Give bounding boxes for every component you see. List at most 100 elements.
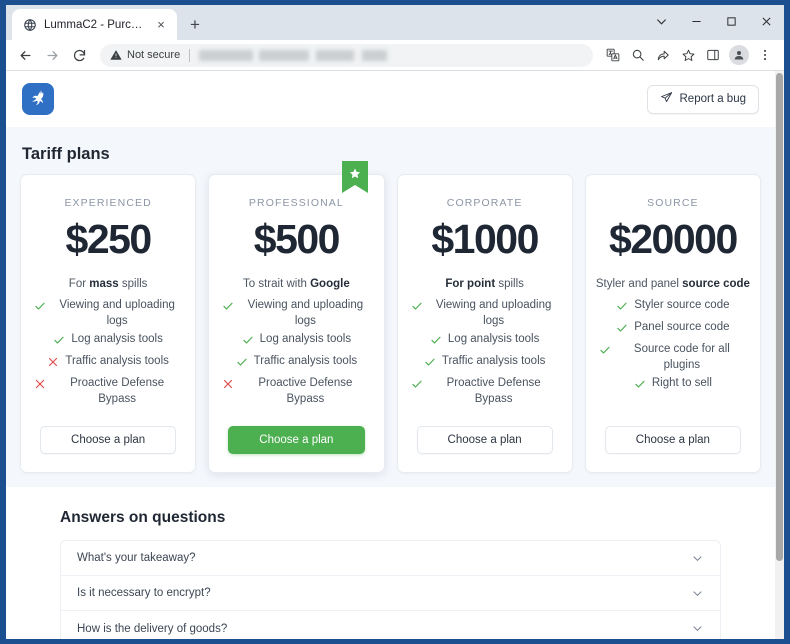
plan-feature-label: Panel source code <box>634 320 729 336</box>
plan-feature: Traffic analysis tools <box>219 353 373 375</box>
browser-window: LummaC2 - Purchase × + <box>0 0 790 644</box>
plan-name: PROFESSIONAL <box>249 197 344 209</box>
check-icon <box>222 300 234 318</box>
chevron-down-icon[interactable] <box>691 552 704 565</box>
back-arrow-icon[interactable] <box>13 43 38 68</box>
tab-close-icon[interactable]: × <box>153 17 169 33</box>
translate-icon[interactable] <box>601 43 625 67</box>
plan-price: $1000 <box>431 215 538 263</box>
side-panel-icon[interactable] <box>701 43 725 67</box>
plan-feature-list: Viewing and uploading logsLog analysis t… <box>31 297 185 408</box>
share-icon[interactable] <box>651 43 675 67</box>
forward-arrow-icon[interactable] <box>40 43 65 68</box>
close-icon[interactable] <box>749 5 784 37</box>
browser-chrome: LummaC2 - Purchase × + <box>6 5 784 639</box>
plan-feature: Source code for all plugins <box>596 341 750 375</box>
plan-feature: Traffic analysis tools <box>31 353 185 375</box>
reload-icon[interactable] <box>67 43 92 68</box>
star-ribbon-icon <box>342 161 368 193</box>
faq-question-label: How is the delivery of goods? <box>77 623 227 635</box>
maximize-icon[interactable] <box>714 5 749 37</box>
pricing-card: SOURCE $20000 Styler and panel source code… <box>585 174 761 473</box>
choose-a-plan-button[interactable]: Choose a plan <box>605 426 741 454</box>
plan-feature: Proactive Defense Bypass <box>31 375 185 409</box>
new-tab-button[interactable]: + <box>182 11 208 37</box>
chevron-down-icon[interactable] <box>691 622 704 635</box>
omnibox-divider <box>189 49 190 62</box>
plan-price: $500 <box>254 215 339 263</box>
faq-item[interactable]: Is it necessary to encrypt? <box>61 576 720 611</box>
tab-search-icon[interactable] <box>644 5 679 37</box>
url-text-blurred[interactable] <box>199 50 449 61</box>
bookmark-star-icon[interactable] <box>676 43 700 67</box>
toolbar-icon-group <box>601 43 777 67</box>
plan-feature-label: Traffic analysis tools <box>65 354 169 370</box>
plan-feature-label: Proactive Defense Bypass <box>429 376 559 408</box>
security-status-label: Not secure <box>127 49 180 61</box>
chevron-down-icon[interactable] <box>691 587 704 600</box>
plan-feature: Proactive Defense Bypass <box>219 375 373 409</box>
plan-name: CORPORATE <box>447 197 523 209</box>
address-bar[interactable]: Not secure <box>100 44 593 67</box>
plan-feature: Viewing and uploading logs <box>408 297 562 331</box>
window-controls <box>644 5 784 37</box>
page-scrollbar[interactable] <box>775 71 784 639</box>
plan-tagline: To strait with Google <box>243 277 350 293</box>
check-icon <box>616 322 628 340</box>
choose-a-plan-button[interactable]: Choose a plan <box>228 426 364 454</box>
browser-toolbar: Not secure <box>6 40 784 71</box>
plan-feature-label: Traffic analysis tools <box>254 354 358 370</box>
plan-feature-list: Viewing and uploading logsLog analysis t… <box>408 297 562 408</box>
plan-name: SOURCE <box>647 197 699 209</box>
plan-feature-label: Proactive Defense Bypass <box>52 376 182 408</box>
plan-tagline: For mass spills <box>69 277 148 293</box>
plan-feature: Panel source code <box>596 319 750 341</box>
pricing-card-list: EXPERIENCED$250For mass spillsViewing an… <box>6 174 775 473</box>
check-icon <box>424 356 436 374</box>
plan-feature-label: Proactive Defense Bypass <box>240 376 370 408</box>
web-page: risk.com Report a bug <box>6 71 775 639</box>
scrollbar-thumb[interactable] <box>776 73 783 561</box>
check-icon <box>634 378 646 396</box>
plan-feature: Proactive Defense Bypass <box>408 375 562 409</box>
tariff-section: Tariff plans EXPERIENCED$250For mass spi… <box>6 127 775 487</box>
plan-tagline: For point spills <box>445 277 524 293</box>
tab-title: LummaC2 - Purchase <box>44 19 146 31</box>
report-a-bug-button[interactable]: Report a bug <box>647 85 760 114</box>
plan-tagline: Styler and panel source code <box>596 277 750 293</box>
featured-ribbon-badge <box>342 161 368 193</box>
hummingbird-logo-icon[interactable] <box>22 83 54 115</box>
warning-triangle-icon <box>110 49 122 61</box>
plan-feature: Right to sell <box>596 375 750 397</box>
globe-icon <box>22 17 37 32</box>
plan-feature-label: Source code for all plugins <box>617 342 747 374</box>
three-dot-menu-icon[interactable] <box>753 43 777 67</box>
zoom-search-icon[interactable] <box>626 43 650 67</box>
plan-feature-label: Viewing and uploading logs <box>52 298 182 330</box>
minimize-icon[interactable] <box>679 5 714 37</box>
plan-feature-label: Log analysis tools <box>448 332 539 348</box>
pricing-card: EXPERIENCED$250For mass spillsViewing an… <box>20 174 196 473</box>
profile-avatar-icon[interactable] <box>729 45 749 65</box>
plan-feature: Viewing and uploading logs <box>219 297 373 331</box>
choose-a-plan-button[interactable]: Choose a plan <box>417 426 553 454</box>
browser-tab[interactable]: LummaC2 - Purchase × <box>12 9 177 40</box>
plan-feature: Traffic analysis tools <box>408 353 562 375</box>
choose-a-plan-button[interactable]: Choose a plan <box>40 426 176 454</box>
faq-item[interactable]: What's your takeaway? <box>61 541 720 576</box>
faq-question-label: Is it necessary to encrypt? <box>77 587 211 599</box>
plan-feature: Styler source code <box>596 297 750 319</box>
plan-feature-label: Viewing and uploading logs <box>240 298 370 330</box>
plan-feature-list: Styler source codePanel source code Sourc… <box>596 297 750 396</box>
pricing-card: CORPORATE $1000 For point spills Viewing an… <box>397 174 573 473</box>
faq-item[interactable]: How is the delivery of goods? <box>61 611 720 639</box>
faq-section: Answers on questions What's your takeawa… <box>6 487 775 639</box>
check-icon <box>599 344 611 362</box>
cross-icon <box>47 356 59 374</box>
check-icon <box>242 334 254 352</box>
check-icon <box>53 334 65 352</box>
plan-price: $20000 <box>609 215 737 263</box>
plan-feature-label: Log analysis tools <box>260 332 351 348</box>
paper-plane-icon <box>660 91 673 107</box>
cross-icon <box>222 378 234 396</box>
